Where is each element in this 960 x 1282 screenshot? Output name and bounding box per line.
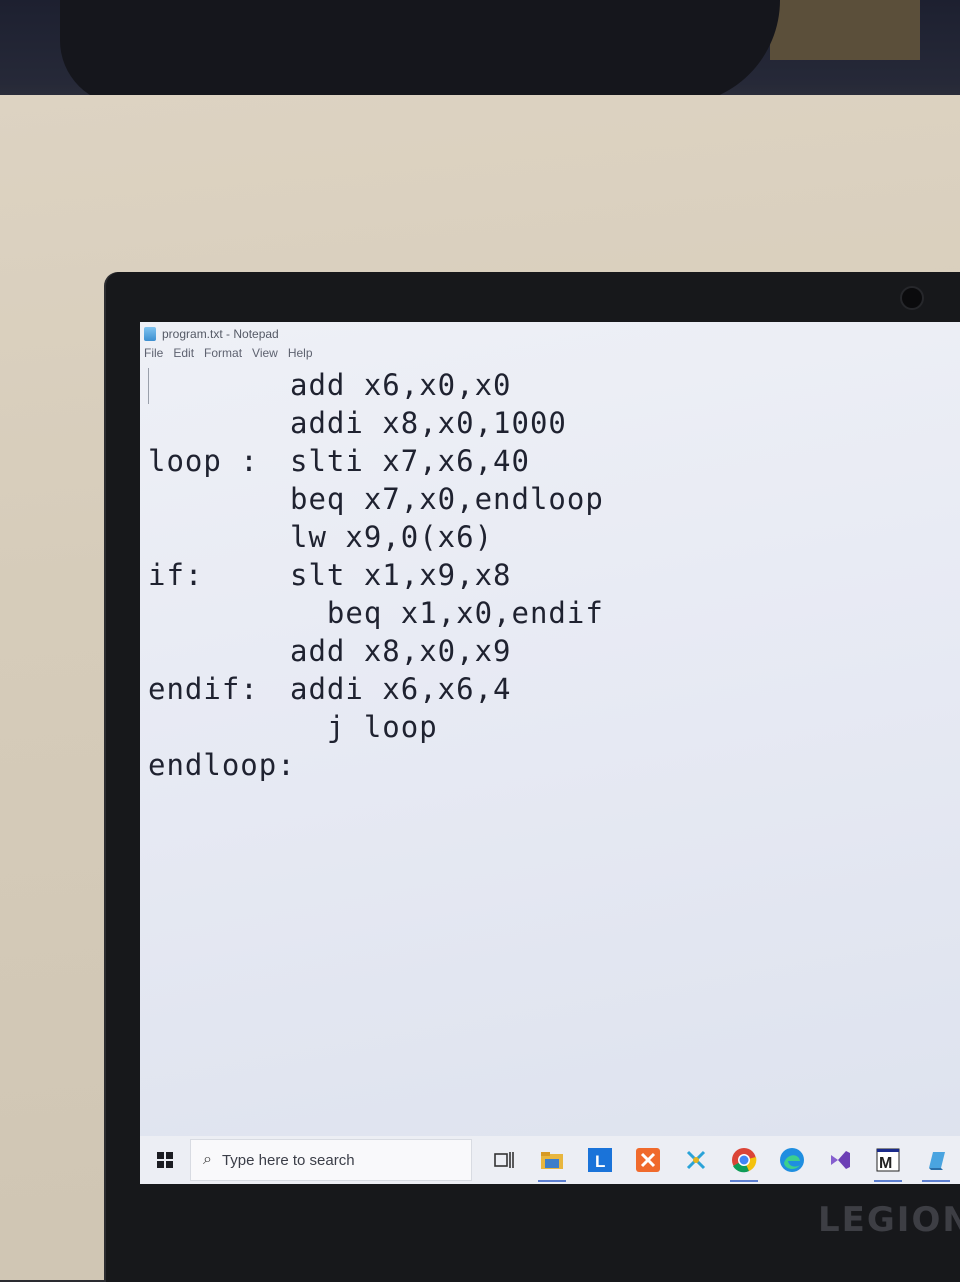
menu-bar: File Edit Format View Help <box>140 346 313 366</box>
legion-logo: LEGION <box>818 1200 960 1240</box>
mars-icon[interactable]: M <box>868 1140 908 1182</box>
taskbar-search[interactable]: ⌕ Type here to search <box>190 1139 472 1181</box>
windows-logo-icon <box>157 1152 173 1168</box>
code-label: endloop: <box>148 748 296 782</box>
background-chair <box>60 0 780 105</box>
code-line: loop : slti x7,x6,40 <box>148 442 948 480</box>
code-instruction: lw x9,0(x6) <box>290 520 494 554</box>
code-instruction: addi x6,x6,4 <box>290 672 512 706</box>
code-line: lw x9,0(x6) <box>148 518 948 556</box>
code-label: if: <box>148 558 204 592</box>
code-instruction: slti x7,x6,40 <box>290 444 530 478</box>
taskbar: ⌕ Type here to search L M <box>140 1136 960 1184</box>
search-placeholder: Type here to search <box>221 1151 355 1169</box>
active-indicator <box>538 1180 566 1182</box>
xcode-like-icon[interactable] <box>676 1140 716 1180</box>
taskbar-apps: L M <box>484 1136 956 1184</box>
code-line: addi x8,x0,1000 <box>148 404 948 442</box>
file-explorer-icon[interactable] <box>532 1140 572 1182</box>
code-instruction: add x6,x0,x0 <box>290 368 512 402</box>
chrome-icon[interactable] <box>724 1140 764 1182</box>
code-line: add x6,x0,x0 <box>148 366 948 404</box>
code-line: beq x1,x0,endif <box>148 594 948 632</box>
code-line: endloop: <box>148 746 948 784</box>
code-instruction: beq x1,x0,endif <box>290 596 604 630</box>
menu-help[interactable]: Help <box>288 346 313 366</box>
code-line: j loop <box>148 708 948 746</box>
active-indicator <box>730 1180 758 1182</box>
code-instruction: beq x7,x0,endloop <box>290 482 604 516</box>
start-button[interactable] <box>140 1136 190 1184</box>
edge-icon[interactable] <box>772 1140 812 1180</box>
code-instruction: j loop <box>290 710 438 744</box>
task-view-icon[interactable] <box>484 1140 524 1180</box>
code-instruction: add x8,x0,x9 <box>290 634 512 668</box>
visual-studio-icon[interactable] <box>820 1140 860 1180</box>
window-titlebar[interactable]: program.txt - Notepad <box>140 322 960 346</box>
notepad-taskbar-icon[interactable] <box>916 1140 956 1182</box>
code-line: if: slt x1,x9,x8 <box>148 556 948 594</box>
active-indicator <box>874 1180 902 1182</box>
code-line: add x8,x0,x9 <box>148 632 948 670</box>
background-shelf <box>770 0 920 60</box>
menu-view[interactable]: View <box>252 346 278 366</box>
search-icon: ⌕ <box>203 1151 212 1168</box>
active-indicator <box>922 1180 950 1182</box>
code-label: loop : <box>148 444 259 478</box>
svg-text:L: L <box>595 1152 605 1171</box>
notepad-icon <box>144 327 156 341</box>
lenovo-vantage-icon[interactable]: L <box>580 1140 620 1180</box>
code-instruction: slt x1,x9,x8 <box>290 558 512 592</box>
window-title: program.txt - Notepad <box>162 327 279 341</box>
menu-edit[interactable]: Edit <box>173 346 194 366</box>
menu-format[interactable]: Format <box>204 346 242 366</box>
code-label: endif: <box>148 672 259 706</box>
xampp-icon[interactable] <box>628 1140 668 1180</box>
code-line: beq x7,x0,endloop <box>148 480 948 518</box>
code-line: endif: addi x6,x6,4 <box>148 670 948 708</box>
code-instruction: addi x8,x0,1000 <box>290 406 567 440</box>
laptop-screen: program.txt - Notepad File Edit Format V… <box>140 322 960 1184</box>
svg-text:M: M <box>879 1155 892 1172</box>
text-editor[interactable]: add x6,x0,x0 addi x8,x0,1000 loop : slti x7… <box>148 366 948 1136</box>
webcam <box>900 286 924 310</box>
menu-file[interactable]: File <box>144 346 163 366</box>
